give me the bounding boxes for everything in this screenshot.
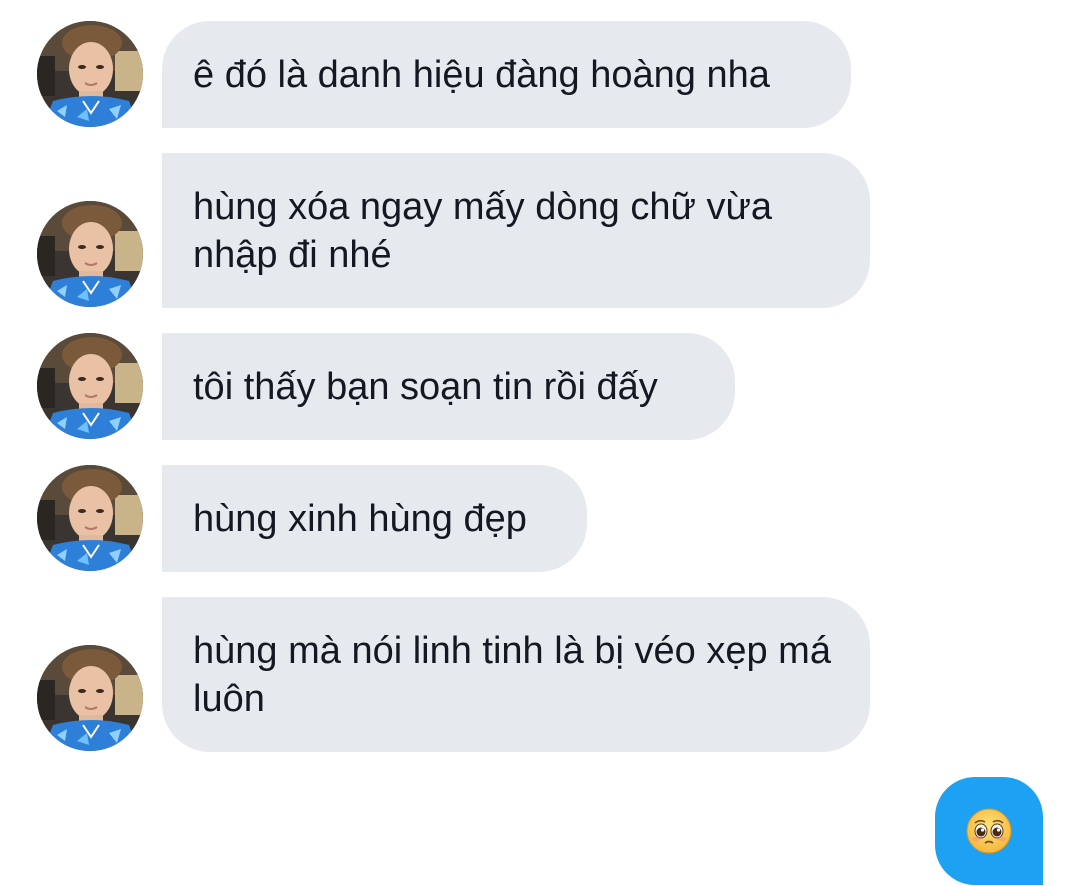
- sent-message-bubble[interactable]: [935, 777, 1043, 885]
- avatar-image: [37, 201, 143, 307]
- pleading-face-emoji-icon: [966, 808, 1012, 854]
- received-message-bubble[interactable]: hùng xóa ngay mấy dòng chữ vừa nhập đi n…: [162, 153, 870, 308]
- message-text: hùng xinh hùng đẹp: [193, 498, 527, 540]
- avatar-image: [37, 333, 143, 439]
- avatar-image: [37, 645, 143, 751]
- received-message-bubble[interactable]: ê đó là danh hiệu đàng hoàng nha: [162, 21, 851, 128]
- message-text: hùng mà nói linh tinh là bị véo xẹp má l…: [193, 630, 831, 720]
- sender-avatar[interactable]: [37, 21, 143, 127]
- sender-avatar[interactable]: [37, 645, 143, 751]
- message-text: tôi thấy bạn soạn tin rồi đấy: [193, 366, 658, 408]
- received-message-bubble[interactable]: hùng xinh hùng đẹp: [162, 465, 587, 572]
- received-message-bubble[interactable]: hùng mà nói linh tinh là bị véo xẹp má l…: [162, 597, 870, 752]
- message-text: hùng xóa ngay mấy dòng chữ vừa nhập đi n…: [193, 186, 773, 276]
- avatar-image: [37, 465, 143, 571]
- message-text: ê đó là danh hiệu đàng hoàng nha: [193, 54, 770, 96]
- avatar-image: [37, 21, 143, 127]
- sender-avatar[interactable]: [37, 201, 143, 307]
- received-message-bubble[interactable]: tôi thấy bạn soạn tin rồi đấy: [162, 333, 735, 440]
- message-thread: ê đó là danh hiệu đàng hoàng nha hùng xó…: [0, 0, 1080, 886]
- sender-avatar[interactable]: [37, 465, 143, 571]
- sender-avatar[interactable]: [37, 333, 143, 439]
